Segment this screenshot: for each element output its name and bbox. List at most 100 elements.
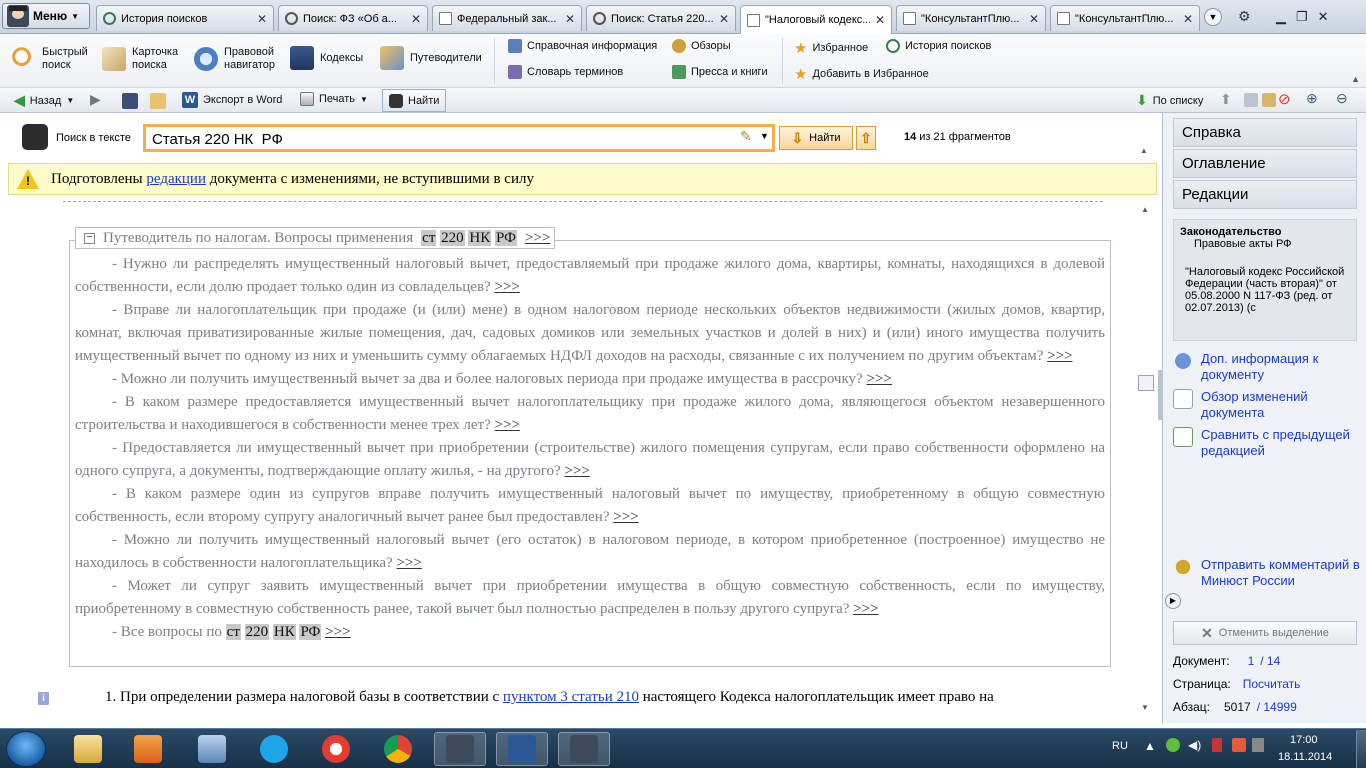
eraser-icon[interactable]: ✎ xyxy=(740,128,752,145)
collapse-icon[interactable]: − xyxy=(84,232,95,244)
codes-button[interactable]: Кодексы xyxy=(290,46,363,70)
help-button[interactable]: Справка xyxy=(1173,118,1357,147)
language-indicator[interactable]: RU xyxy=(1112,740,1128,752)
volume-icon[interactable]: ◀) xyxy=(1188,738,1201,752)
back-button[interactable]: ◀ Назад ▼ xyxy=(14,92,74,109)
search-history-button[interactable]: История поисков xyxy=(886,39,991,53)
zoom-in-icon[interactable]: ⊕ xyxy=(1306,90,1318,107)
print-button[interactable]: Печать ▼ xyxy=(300,92,368,106)
guide-question-link[interactable]: >>> xyxy=(494,279,519,295)
find-next-button[interactable]: ⇩ Найти xyxy=(779,126,853,150)
document-list-icon[interactable] xyxy=(1244,93,1258,107)
bookmark-icon[interactable] xyxy=(1262,93,1276,107)
collapse-toolbar-icon[interactable]: ▲ xyxy=(1330,74,1360,86)
legal-navigator-button[interactable]: Правовой навигатор xyxy=(194,46,284,72)
press-books-button[interactable]: Пресса и книги xyxy=(672,65,768,79)
tab-federal-law[interactable]: Федеральный зак... ✕ xyxy=(432,5,582,31)
taskbar-volume-app[interactable] xyxy=(186,732,238,766)
add-icon[interactable] xyxy=(1166,738,1180,752)
additional-info-link[interactable]: Доп. информация к документу xyxy=(1173,351,1366,383)
search-input[interactable] xyxy=(152,129,732,149)
arrow-up-icon[interactable]: ⬆ xyxy=(1220,91,1232,108)
taskbar-skype[interactable] xyxy=(248,732,300,766)
tab-search-fz[interactable]: Поиск: ФЗ «Об а... ✕ xyxy=(278,5,428,31)
info-icon[interactable]: i xyxy=(38,692,49,705)
network-icon[interactable] xyxy=(1212,738,1222,752)
close-icon[interactable]: ✕ xyxy=(1029,12,1039,26)
close-icon[interactable]: ✕ xyxy=(875,13,885,27)
close-icon[interactable]: ✕ xyxy=(411,12,421,26)
reviews-button[interactable]: Обзоры xyxy=(672,39,731,53)
guide-question-link[interactable]: >>> xyxy=(396,555,421,571)
tab-tax-code[interactable]: "Налоговый кодекс... ✕ xyxy=(740,5,892,34)
editions-link[interactable]: редакции xyxy=(146,171,206,187)
expand-panel-icon[interactable]: ▶ xyxy=(1165,593,1181,609)
chevron-down-icon[interactable]: ▼ xyxy=(66,96,74,105)
chevron-down-icon[interactable]: ▼ xyxy=(760,131,769,141)
guides-button[interactable]: Путеводители xyxy=(380,46,482,70)
guide-question-link[interactable]: >>> xyxy=(564,463,589,479)
close-icon[interactable]: ✕ xyxy=(719,12,729,26)
show-desktop-button[interactable] xyxy=(1356,730,1366,768)
card-search-button[interactable]: Карточка поиска xyxy=(102,46,188,72)
zoom-out-icon[interactable]: ⊖ xyxy=(1336,90,1348,107)
app-tray-icon[interactable] xyxy=(1232,738,1246,752)
settings-icon[interactable]: ⚙ xyxy=(1238,8,1256,26)
taskbar-consultant-2[interactable] xyxy=(558,732,610,766)
by-list-button[interactable]: ⬇ По списку xyxy=(1136,92,1203,109)
taskbar-yandex-browser[interactable] xyxy=(310,732,362,766)
restore-button[interactable]: ❐ xyxy=(1296,9,1308,25)
clear-icon[interactable]: ⊘ xyxy=(1278,90,1291,108)
close-icon[interactable]: ✕ xyxy=(257,12,267,26)
close-window-button[interactable]: ✕ xyxy=(1318,9,1329,25)
quick-search-button[interactable]: Быстрый поиск xyxy=(12,46,98,72)
tab-search-history[interactable]: История поисков ✕ xyxy=(96,5,274,31)
close-icon[interactable]: ✕ xyxy=(565,12,575,26)
taskbar-media-player[interactable] xyxy=(122,732,174,766)
taskbar-chrome[interactable] xyxy=(372,732,424,766)
tabs-dropdown-button[interactable]: ▼ xyxy=(1204,8,1222,26)
save-icon[interactable] xyxy=(122,93,138,109)
tab-consultant-1[interactable]: "КонсультантПлю... ✕ xyxy=(896,5,1046,31)
compare-editions-link[interactable]: Сравнить с предыдущей редакцией xyxy=(1173,427,1366,459)
all-questions-link[interactable]: >>> xyxy=(325,624,350,640)
export-word-button[interactable]: W Экспорт в Word xyxy=(182,92,282,108)
clear-selection-button[interactable]: ✕ Отменить выделение xyxy=(1173,621,1357,645)
reference-info-button[interactable]: Справочная информация xyxy=(508,39,657,53)
document-scrollbar[interactable]: ▲ ▼ xyxy=(1138,205,1156,715)
guide-question-link[interactable]: >>> xyxy=(853,601,878,617)
glossary-button[interactable]: Словарь терминов xyxy=(508,65,623,79)
changes-review-link[interactable]: Обзор изменений документа xyxy=(1173,389,1366,421)
close-icon[interactable]: ✕ xyxy=(1183,12,1193,26)
collapse-search-icon[interactable]: ▲ xyxy=(1140,146,1148,155)
power-icon[interactable] xyxy=(1252,738,1264,752)
clock-time[interactable]: 17:00 xyxy=(1290,734,1318,746)
tab-consultant-2[interactable]: "КонсультантПлю... ✕ xyxy=(1050,5,1200,31)
count-pages-link[interactable]: Посчитать xyxy=(1243,677,1301,691)
chevron-up-icon[interactable]: ▲ xyxy=(1144,739,1156,753)
editions-button[interactable]: Редакции xyxy=(1173,180,1357,209)
guide-question-link[interactable]: >>> xyxy=(613,509,638,525)
forward-button[interactable]: ▶ xyxy=(90,91,101,108)
start-button[interactable] xyxy=(6,731,46,767)
open-folder-icon[interactable] xyxy=(150,93,166,109)
clock-date[interactable]: 18.11.2014 xyxy=(1278,751,1332,763)
search-field[interactable]: ✎ ▼ xyxy=(143,124,775,152)
guide-question-link[interactable]: >>> xyxy=(495,417,520,433)
menu-button[interactable]: Меню ▼ xyxy=(2,3,90,29)
guide-question-link[interactable]: >>> xyxy=(866,371,891,387)
tab-search-article[interactable]: Поиск: Статья 220... ✕ xyxy=(586,5,736,31)
favorites-button[interactable]: ★ Избранное xyxy=(794,39,868,57)
scroll-down-icon[interactable]: ▼ xyxy=(1141,703,1149,712)
find-previous-button[interactable]: ⇧ xyxy=(856,126,876,150)
scroll-thumb[interactable] xyxy=(1138,375,1154,391)
taskbar-explorer[interactable] xyxy=(62,732,114,766)
add-favorites-button[interactable]: ★ Добавить в Избранное xyxy=(794,65,929,83)
article-link[interactable]: пунктом 3 статьи 210 xyxy=(503,689,639,705)
minimize-button[interactable]: ▁ xyxy=(1276,9,1286,25)
chevron-down-icon[interactable]: ▼ xyxy=(360,95,368,104)
taskbar-word[interactable] xyxy=(496,732,548,766)
find-toggle-button[interactable]: Найти xyxy=(382,89,447,112)
taskbar-consultant-1[interactable] xyxy=(434,732,486,766)
guide-question-link[interactable]: >>> xyxy=(1047,348,1072,364)
